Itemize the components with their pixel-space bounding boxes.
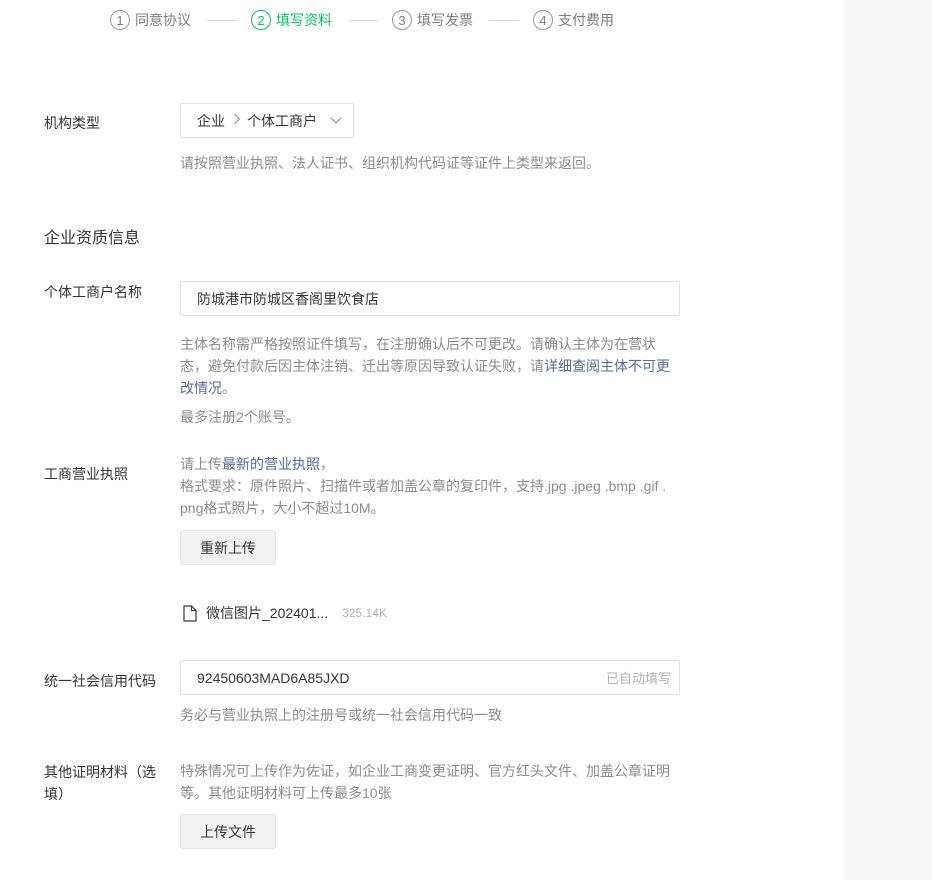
hint-line: 请上传最新的营业执照， <box>180 453 690 475</box>
latest-license-link[interactable]: 最新的营业执照 <box>222 456 320 472</box>
step-number: 3 <box>392 10 412 30</box>
hint-text: 。 <box>222 380 236 396</box>
step-number: 4 <box>533 10 553 30</box>
hint-line: 特殊情况可上传作为佐证，如企业工商变更证明、官方红头文件、加盖公章证明 <box>180 763 670 779</box>
business-name-value: 防城港市防城区香阁里饮食店 <box>197 290 379 307</box>
step-label: 同意协议 <box>135 12 191 28</box>
file-size: 325.14K <box>342 606 387 620</box>
upload-file-button[interactable]: 上传文件 <box>180 814 276 849</box>
detail-link-continued[interactable]: 改情况 <box>180 380 222 396</box>
right-panel <box>844 0 932 880</box>
account-limit-hint: 最多注册2个账号。 <box>180 409 300 425</box>
org-type-select[interactable]: 企业 个体工商户 <box>180 103 354 138</box>
credit-code-input[interactable]: 92450603MAD6A85JXD 已自动填写 <box>180 660 680 695</box>
step-number: 2 <box>251 10 271 30</box>
step-divider <box>489 19 519 21</box>
step-number: 1 <box>110 10 130 30</box>
section-title: 企业资质信息 <box>44 230 141 247</box>
step-divider <box>348 19 378 21</box>
business-name-hint: 主体名称需严格按照证件填写，在注册确认后不可更改。请确认主体为在营状 态，避免付… <box>180 333 680 399</box>
uploaded-file[interactable]: 微信图片_202401... 325.14K <box>183 603 387 623</box>
main-content: 1 同意协议 2 填写资料 3 填写发票 4 支付费用 机构类型 企业 个体工商… <box>0 0 844 880</box>
credit-code-label: 统一社会信用代码 <box>44 673 156 689</box>
hint-line: 态，避免付款后因主体注销、迁出等原因导致认证失败，请详细查阅主体不可更 <box>180 355 680 377</box>
step-label: 支付费用 <box>558 12 614 28</box>
business-name-label: 个体工商户名称 <box>44 284 142 300</box>
business-name-input[interactable]: 防城港市防城区香阁里饮食店 <box>180 281 680 316</box>
step-label: 填写资料 <box>276 12 332 28</box>
credit-code-hint: 务必与营业执照上的注册号或统一社会信用代码一致 <box>180 707 502 723</box>
hint-line: 等。其他证明材料可上传最多10张 <box>180 785 392 801</box>
steps-bar: 1 同意协议 2 填写资料 3 填写发票 4 支付费用 <box>110 8 614 32</box>
detail-link[interactable]: 详细查阅主体不可更 <box>544 358 670 374</box>
hint-text: 态，避免付款后因主体注销、迁出等原因导致认证失败，请 <box>180 358 544 374</box>
step-payment: 4 支付费用 <box>533 10 614 30</box>
chevron-right-icon <box>233 113 241 128</box>
other-docs-hint: 特殊情况可上传作为佐证，如企业工商变更证明、官方红头文件、加盖公章证明 等。其他… <box>180 760 690 804</box>
step-fill-info: 2 填写资料 <box>251 10 332 30</box>
credit-code-value: 92450603MAD6A85JXD <box>197 669 350 686</box>
chevron-down-icon <box>329 113 343 127</box>
org-type-primary: 企业 <box>197 112 225 129</box>
hint-line: 主体名称需严格按照证件填写，在注册确认后不可更改。请确认主体为在营状 <box>180 336 656 352</box>
label-line: 填） <box>44 786 72 802</box>
license-hint: 请上传最新的营业执照， 格式要求：原件照片、扫描件或者加盖公章的复印件，支持.j… <box>180 453 690 519</box>
org-type-label: 机构类型 <box>44 115 100 131</box>
step-agree: 1 同意协议 <box>110 10 191 30</box>
step-divider <box>207 19 237 21</box>
license-label: 工商营业执照 <box>44 466 128 482</box>
step-label: 填写发票 <box>417 12 473 28</box>
reupload-button[interactable]: 重新上传 <box>180 530 276 565</box>
org-type-hint: 请按照营业执照、法人证书、组织机构代码证等证件上类型来返回。 <box>180 155 600 171</box>
label-line: 其他证明材料（选 <box>44 764 156 780</box>
file-name: 微信图片_202401... <box>206 605 329 621</box>
hint-line: 格式要求：原件照片、扫描件或者加盖公章的复印件，支持.jpg .jpeg .bm… <box>180 478 667 494</box>
file-icon <box>183 604 197 622</box>
hint-text: ， <box>320 456 334 472</box>
other-docs-label: 其他证明材料（选 填） <box>44 761 174 805</box>
step-invoice: 3 填写发票 <box>392 10 473 30</box>
hint-line: 改情况。 <box>180 377 680 399</box>
hint-text: 请上传 <box>180 456 222 472</box>
hint-line: png格式照片，大小不超过10M。 <box>180 500 385 516</box>
org-type-secondary: 个体工商户 <box>247 112 317 129</box>
auto-filled-tag: 已自动填写 <box>605 671 671 686</box>
